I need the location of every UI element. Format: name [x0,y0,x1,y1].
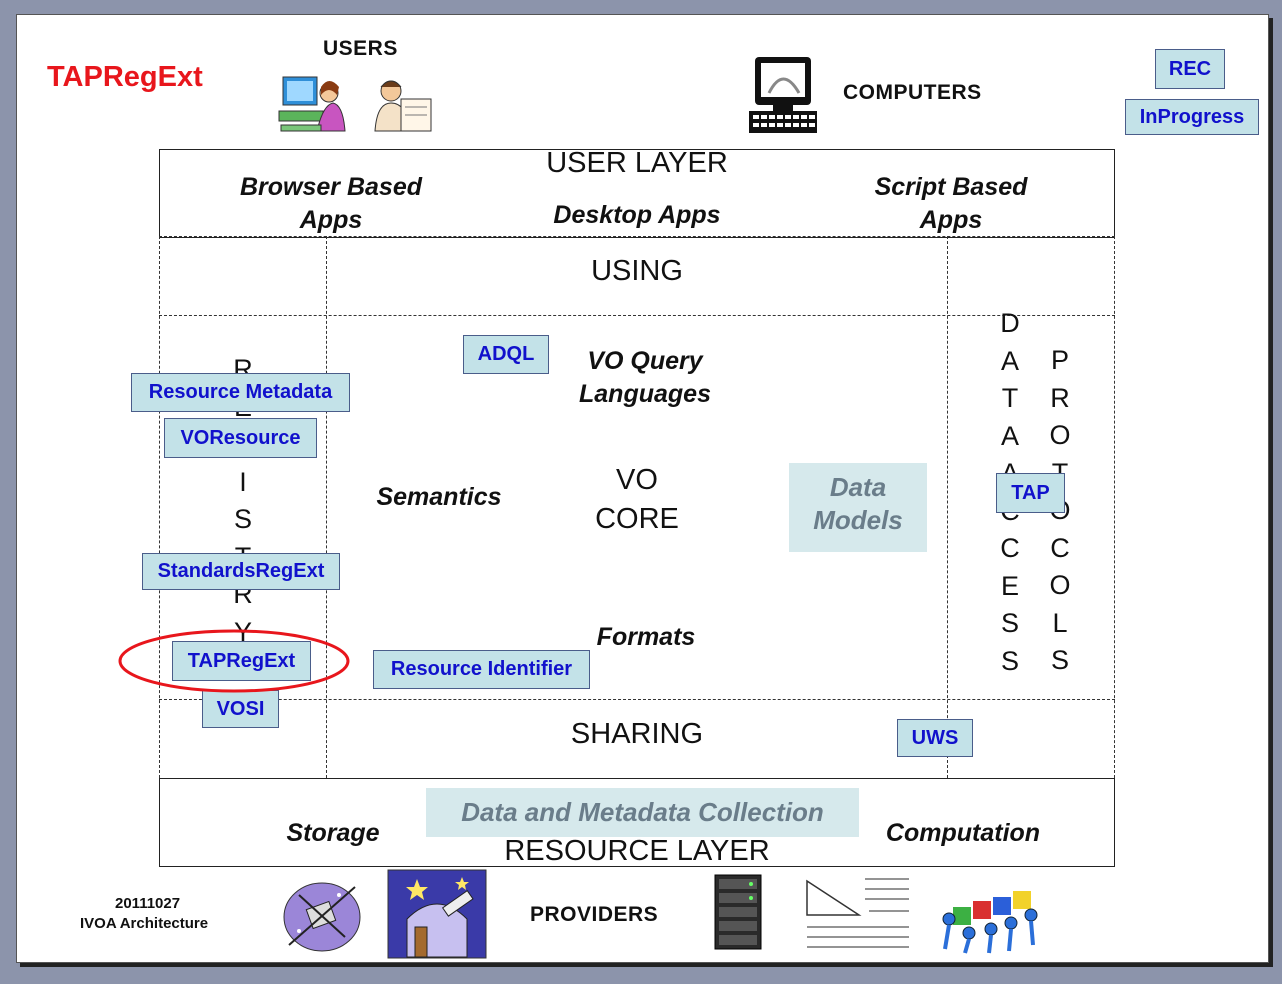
uws-tag: UWS [897,719,973,757]
core-right-border [1114,236,1115,778]
vosi-tag: VOSI [202,690,279,728]
footer-date: 20111027 [115,895,181,912]
rec-status-tag: REC [1155,49,1225,89]
storage-label: Storage [286,819,380,847]
standardsregext-tag: StandardsRegExt [142,553,340,590]
query-languages-label: VO Query Languages [579,347,711,408]
server-rack-icon [714,874,762,950]
computer-terminal-icon [749,57,817,133]
data-access-letter: C [1000,533,1020,563]
adql-tag: ADQL [463,335,549,374]
protocols-letter: P [1050,345,1069,375]
resource-metadata-tag: Resource Metadata [131,373,350,412]
sharing-divider [159,699,1115,700]
data-access-letter: E [1000,570,1019,601]
core-left-border [159,236,160,778]
math-formulas-icon [806,878,909,948]
protocols-letter: O [1049,570,1071,600]
data-access-letter: A [1000,420,1019,451]
protocols-letter: O [1049,420,1071,450]
data-models-box: Data Models [789,463,927,552]
browser-apps-label: Browser Based Apps [239,173,423,234]
voresource-tag: VOResource [164,418,317,458]
providers-label: PROVIDERS [530,903,659,926]
protocols-letter: L [1052,607,1068,638]
slide-title: TAPRegExt [47,61,203,93]
data-access-letter: S [1000,608,1019,638]
footer-caption: IVOA Architecture [80,915,209,932]
user-at-computer-icon [278,76,346,132]
resource-identifier-tag: Resource Identifier [373,650,590,689]
protocols-letter: C [1050,532,1070,563]
tapregext-highlight-ring [118,629,350,693]
user-reading-icon [374,80,432,132]
script-apps-label: Script Based Apps [874,173,1028,234]
protocols-letter: S [1050,645,1069,675]
data-access-letter: T [1001,383,1019,413]
users-label: USERS [323,37,398,60]
inprogress-status-tag: InProgress [1125,99,1259,135]
computers-label: COMPUTERS [843,81,982,104]
tap-tag: TAP [996,473,1065,513]
semantics-label: Semantics [376,483,502,511]
vo-core-label: VO CORE [595,464,679,535]
protocols-letter: R [1050,382,1070,413]
using-label: USING [591,255,683,287]
computation-label: Computation [885,819,1041,847]
protocols-divider [947,236,948,778]
data-access-letter: A [1000,345,1019,376]
slide: TAPRegExt USERS COMPUTERS REC InProgress [16,14,1269,963]
data-access-letter: D [1000,308,1020,338]
registry-letter: S [233,504,252,534]
data-metadata-collection-box: Data and Metadata Collection [426,788,859,837]
resource-layer-label: RESOURCE LAYER [504,835,770,867]
observatory-icon [387,869,487,959]
data-access-letter: S [1000,645,1019,676]
core-top-border [159,236,1115,237]
registry-letter: I [239,466,247,497]
puzzle-team-icon [942,891,1038,954]
desktop-apps-label: Desktop Apps [553,201,721,229]
user-layer-label: USER LAYER [546,147,728,179]
using-divider [159,315,1115,316]
registry-divider [326,236,327,778]
sharing-label: SHARING [570,718,704,750]
satellite-icon [283,882,361,952]
